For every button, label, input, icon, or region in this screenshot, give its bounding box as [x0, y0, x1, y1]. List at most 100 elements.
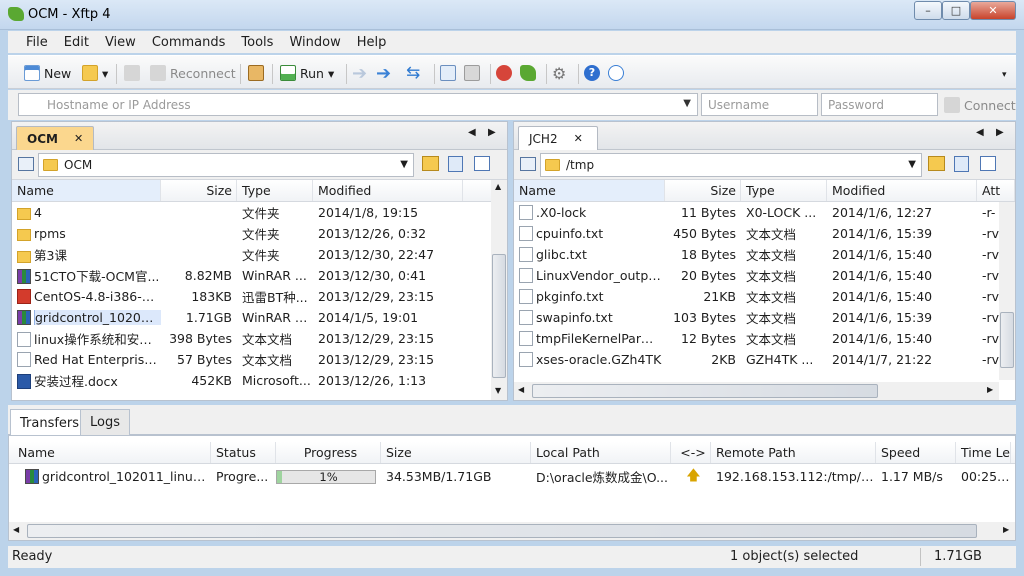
chevron-down-icon[interactable]: ▼: [908, 159, 916, 170]
close-tab-icon[interactable]: ✕: [574, 132, 583, 145]
close-tab-icon[interactable]: ✕: [74, 132, 83, 145]
local-vertical-scrollbar[interactable]: ▲ ▼: [491, 180, 507, 400]
column-progress[interactable]: Progress: [276, 442, 381, 463]
list-item[interactable]: 安装过程.docx 452KB Microsoft... 2013/12/26, 1:…: [12, 370, 507, 391]
xftp-button[interactable]: [520, 62, 540, 84]
column-name[interactable]: Name: [514, 180, 665, 201]
remote-horizontal-scrollbar[interactable]: ◀ ▶: [514, 382, 999, 400]
local-path-input[interactable]: OCM ▼: [38, 153, 414, 177]
scroll-up-icon[interactable]: ▲: [495, 182, 501, 191]
column-size[interactable]: Size: [665, 180, 741, 201]
list-item[interactable]: cpuinfo.txt 450 Bytes 文本文档 2014/1/6, 15:39-…: [514, 223, 1015, 244]
menu-commands[interactable]: Commands: [144, 35, 234, 50]
refresh-icon[interactable]: [954, 156, 969, 172]
toolbar-overflow-icon[interactable]: ▾: [1002, 70, 1007, 80]
column-size[interactable]: Size: [381, 442, 531, 463]
scroll-thumb[interactable]: [532, 384, 878, 398]
minimize-button[interactable]: –: [914, 1, 942, 20]
transfers-horizontal-scrollbar[interactable]: ◀ ▶: [9, 522, 1015, 540]
list-item[interactable]: 51CTO下载-OCM官... 8.82MB WinRAR ... 2013/12/3…: [12, 265, 507, 286]
menu-edit[interactable]: Edit: [56, 35, 97, 50]
column-name[interactable]: Name: [9, 442, 211, 463]
host-input[interactable]: Hostname or IP Address ▼: [18, 93, 698, 116]
tab-next-icon[interactable]: ▶: [996, 127, 1004, 138]
column-name[interactable]: Name: [12, 180, 161, 201]
list-item[interactable]: 第3课 文件夹 2013/12/30, 22:47: [12, 244, 507, 265]
column-local-path[interactable]: Local Path: [531, 442, 671, 463]
list-item[interactable]: 4 文件夹 2014/1/8, 19:15: [12, 202, 507, 223]
menu-file[interactable]: File: [18, 35, 56, 50]
help-button[interactable]: ?: [584, 62, 604, 84]
menu-tools[interactable]: Tools: [233, 35, 281, 50]
column-size[interactable]: Size: [161, 180, 237, 201]
maximize-button[interactable]: □: [942, 1, 970, 20]
list-item[interactable]: swapinfo.txt 103 Bytes 文本文档 2014/1/6, 15:39…: [514, 307, 1015, 328]
disconnect-button[interactable]: [124, 62, 144, 84]
column-remote-path[interactable]: Remote Path: [711, 442, 876, 463]
back-button[interactable]: ➔: [352, 62, 367, 84]
list-item[interactable]: glibc.txt 18 Bytes 文本文档 2014/1/6, 15:40 -rv: [514, 244, 1015, 265]
list-item[interactable]: pkginfo.txt 21KB 文本文档 2014/1/6, 15:40 -rv: [514, 286, 1015, 307]
scroll-down-icon[interactable]: ▼: [495, 386, 501, 395]
list-item[interactable]: gridcontrol_102011... 1.71GB WinRAR Z... 20…: [12, 307, 507, 328]
column-status[interactable]: Status: [211, 442, 276, 463]
column-speed[interactable]: Speed: [876, 442, 956, 463]
refresh-icon[interactable]: [448, 156, 463, 172]
column-direction[interactable]: <->: [671, 442, 711, 463]
scroll-left-icon[interactable]: ◀: [13, 525, 19, 534]
column-modified[interactable]: Modified: [827, 180, 977, 201]
panel-toggle-icon[interactable]: [18, 157, 34, 171]
list-item[interactable]: CentOS-4.8-i386-bi... 183KB 迅雷BT种... 2013/1…: [12, 286, 507, 307]
scroll-thumb[interactable]: [492, 254, 506, 378]
column-modified[interactable]: Modified: [313, 180, 463, 201]
copy-button[interactable]: [440, 62, 460, 84]
list-item[interactable]: rpms 文件夹 2013/12/26, 0:32: [12, 223, 507, 244]
sync-button[interactable]: ⇆: [406, 62, 420, 84]
transfer-row[interactable]: gridcontrol_102011_linux.... Progre... 1…: [9, 466, 1015, 487]
list-item[interactable]: tmpFileKernelParms... 12 Bytes 文本文档 2014/1/…: [514, 328, 1015, 349]
connect-button[interactable]: Connect: [944, 94, 1016, 116]
list-item[interactable]: LinuxVendor_output... 20 Bytes 文本文档 2014/1/…: [514, 265, 1015, 286]
paste-button[interactable]: [464, 62, 484, 84]
username-input[interactable]: Username: [701, 93, 818, 116]
close-button[interactable]: ✕: [970, 1, 1016, 20]
password-input[interactable]: Password: [821, 93, 938, 116]
scroll-right-icon[interactable]: ▶: [1003, 525, 1009, 534]
column-type[interactable]: Type: [741, 180, 827, 201]
column-attributes[interactable]: Att: [977, 180, 1015, 201]
scroll-thumb[interactable]: [27, 524, 977, 538]
parent-folder-icon[interactable]: [928, 156, 945, 171]
column-time-left[interactable]: Time Le: [956, 442, 1011, 463]
list-item[interactable]: xses-oracle.GZh4TK 2KB GZH4TK ... 2014/1/7,…: [514, 349, 1015, 370]
tab-jch2[interactable]: JCH2 ✕: [518, 126, 598, 150]
tab-transfers[interactable]: Transfers: [10, 409, 90, 436]
scroll-right-icon[interactable]: ▶: [987, 385, 993, 394]
scroll-thumb[interactable]: [1000, 312, 1014, 368]
menu-help[interactable]: Help: [349, 35, 395, 50]
menu-window[interactable]: Window: [281, 35, 348, 50]
properties-button[interactable]: [248, 62, 268, 84]
new-session-button[interactable]: New: [24, 62, 71, 84]
view-mode-icon[interactable]: [980, 156, 996, 171]
run-button[interactable]: Run ▾: [280, 62, 334, 84]
tab-prev-icon[interactable]: ◀: [468, 127, 476, 138]
tab-next-icon[interactable]: ▶: [488, 127, 496, 138]
panel-toggle-icon[interactable]: [520, 157, 536, 171]
reconnect-button[interactable]: Reconnect: [150, 62, 236, 84]
list-item[interactable]: Red Hat Enterprise ... 57 Bytes 文本文档 2013/1…: [12, 349, 507, 370]
chevron-down-icon[interactable]: ▼: [400, 159, 408, 170]
forward-button[interactable]: ➔: [376, 62, 391, 84]
chevron-down-icon[interactable]: ▼: [683, 98, 691, 109]
tab-prev-icon[interactable]: ◀: [976, 127, 984, 138]
menu-view[interactable]: View: [97, 35, 144, 50]
parent-folder-icon[interactable]: [422, 156, 439, 171]
open-button[interactable]: ▾: [82, 62, 108, 84]
remote-vertical-scrollbar[interactable]: [999, 202, 1015, 380]
column-type[interactable]: Type: [237, 180, 313, 201]
tab-ocm[interactable]: OCM ✕: [16, 126, 94, 150]
list-item[interactable]: linux操作系统和安装... 398 Bytes 文本文档 2013/12/29, …: [12, 328, 507, 349]
view-mode-icon[interactable]: [474, 156, 490, 171]
tab-logs[interactable]: Logs: [80, 409, 130, 435]
options-button[interactable]: ⚙: [552, 62, 566, 84]
chat-button[interactable]: [608, 62, 628, 84]
